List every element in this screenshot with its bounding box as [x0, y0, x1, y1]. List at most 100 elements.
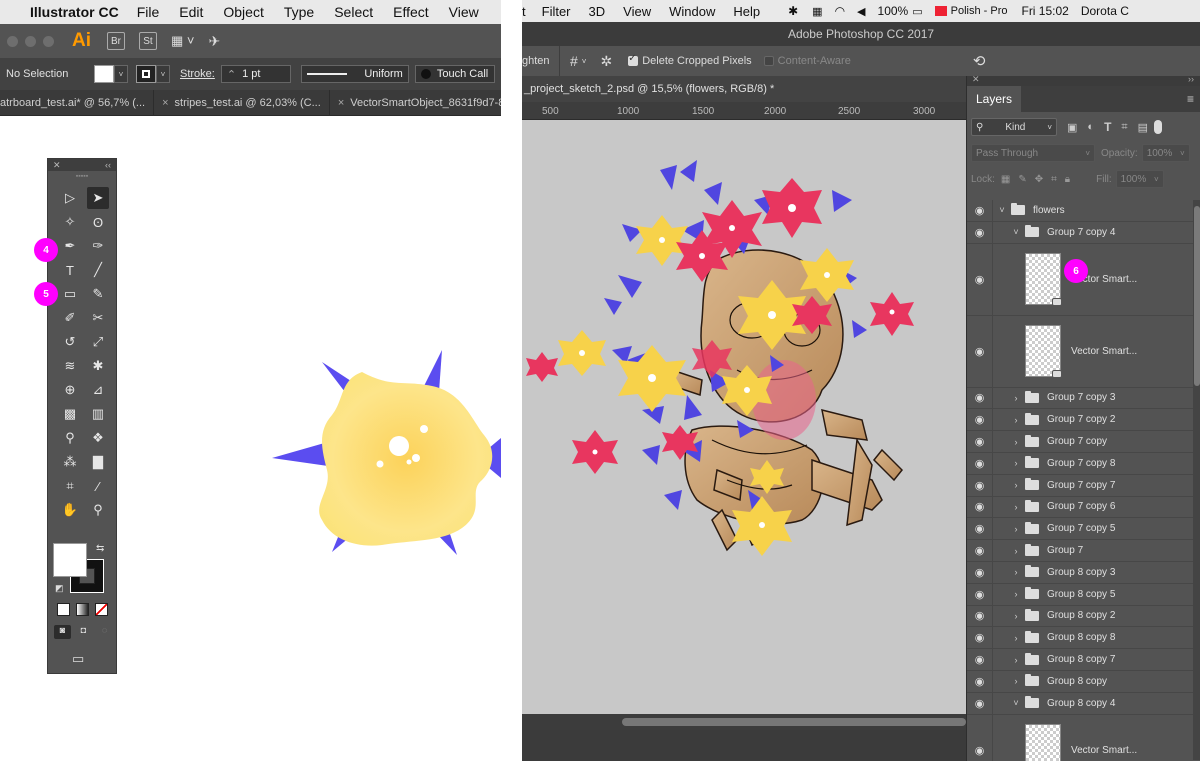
visibility-eye-icon[interactable]: ◉ — [967, 200, 993, 221]
selection-tool-icon[interactable]: ▷ — [59, 187, 81, 209]
menu-edit-partial[interactable]: t — [522, 4, 526, 19]
menu-window[interactable]: Window — [669, 4, 715, 19]
slice-tool-icon[interactable]: ⁄ — [87, 475, 109, 497]
visibility-eye-icon[interactable]: ◉ — [967, 584, 993, 605]
filter-smart-object-icon[interactable]: ▤ — [1138, 121, 1148, 134]
doc-tab-stripes-test[interactable]: × stripes_test.ai @ 62,03% (C... — [154, 90, 330, 116]
flag-icon[interactable] — [935, 6, 947, 16]
menu-object[interactable]: Object — [223, 4, 263, 20]
reset-icon[interactable]: ⟲ — [973, 52, 986, 70]
fill-dropdown-icon[interactable]: ˅ — [114, 65, 128, 83]
toolbox-header[interactable]: ✕ ‹‹ — [48, 159, 116, 171]
filter-pixel-icon[interactable]: ▣ — [1067, 121, 1077, 134]
column-graph-tool-icon[interactable]: ▇ — [87, 451, 109, 473]
chevron-right-icon[interactable]: › — [1011, 524, 1021, 534]
screen-mode-icon[interactable]: ▭ — [72, 651, 84, 667]
menu-edit[interactable]: Edit — [179, 4, 203, 20]
visibility-eye-icon[interactable]: ◉ — [967, 606, 993, 627]
magic-wand-tool-icon[interactable]: ✧ — [59, 211, 81, 233]
swap-fill-stroke-icon[interactable]: ⇆ — [96, 543, 104, 554]
stroke-dropdown-icon[interactable]: ˅ — [156, 65, 170, 83]
lock-position-icon[interactable]: ✥ — [1035, 174, 1043, 185]
draw-inside-icon[interactable]: ◌ — [96, 625, 113, 639]
layer-row-group[interactable]: ◉›Group 7 copy 6 — [967, 497, 1193, 519]
menu-view[interactable]: View — [623, 4, 651, 19]
horizontal-scrollbar[interactable] — [522, 714, 966, 730]
delete-cropped-checkbox[interactable]: Delete Cropped Pixels — [628, 55, 751, 67]
line-tool-icon[interactable]: ╱ — [87, 259, 109, 281]
visibility-eye-icon[interactable]: ◉ — [967, 518, 993, 539]
menu-file[interactable]: File — [137, 4, 160, 20]
rectangle-tool-icon[interactable]: ▭ — [59, 283, 81, 305]
pen-tool-icon[interactable]: ✒ — [59, 235, 81, 257]
doc-tab-artboard-test[interactable]: atrboard_test.ai* @ 56,7% (... — [0, 90, 154, 116]
content-aware-checkbox[interactable]: Content-Aware — [764, 55, 851, 67]
checkbox-unchecked-icon[interactable] — [764, 56, 774, 66]
mesh-tool-icon[interactable]: ▩ — [59, 403, 81, 425]
rotate-tool-icon[interactable]: ↺ — [59, 331, 81, 353]
ps-canvas[interactable] — [522, 120, 966, 714]
stroke-weight-field[interactable]: ⌃ 1 pt — [221, 65, 291, 83]
toolbox-grip[interactable]: ▪▪▪▪▪ — [48, 171, 116, 181]
scissors-tool-icon[interactable]: ✂ — [87, 307, 109, 329]
window-zoom-button[interactable] — [43, 36, 54, 47]
visibility-eye-icon[interactable]: ◉ — [967, 671, 993, 692]
opacity-field[interactable]: 100% ˅ — [1142, 144, 1190, 162]
wifi-icon[interactable]: ◠ — [835, 4, 845, 18]
eyedropper-tool-icon[interactable]: ⚲ — [59, 427, 81, 449]
workspace-layout-icon[interactable]: ▦ ˅ — [171, 33, 195, 49]
battery-icon[interactable]: ▭ — [912, 5, 922, 18]
layer-row-group[interactable]: ◉›Group 7 copy — [967, 431, 1193, 453]
chevron-right-icon[interactable]: › — [1011, 458, 1021, 468]
lasso-tool-icon[interactable]: ʘ — [87, 211, 109, 233]
ai-toolbox[interactable]: ✕ ‹‹ ▪▪▪▪▪ ▷ ➤ ✧ ʘ ✒ ✑ T ╱ ▭ ✎ ✐ ✂ ↺ ⤢ ≋… — [47, 158, 117, 674]
volume-icon[interactable]: ◀ — [857, 5, 865, 18]
layer-row-group[interactable]: ◉›Group 7 copy 5 — [967, 518, 1193, 540]
chevron-right-icon[interactable]: › — [1011, 437, 1021, 447]
gpu-performance-icon[interactable]: ✈ — [209, 33, 221, 50]
stepper-icon[interactable]: ⌃ — [227, 68, 236, 81]
input-source[interactable]: Polish - Pro — [951, 5, 1008, 17]
visibility-eye-icon[interactable]: ◉ — [967, 627, 993, 648]
stroke-swatch[interactable] — [136, 65, 156, 83]
visibility-eye-icon[interactable]: ◉ — [967, 649, 993, 670]
visibility-eye-icon[interactable]: ◉ — [967, 388, 993, 409]
checkbox-checked-icon[interactable] — [628, 56, 638, 66]
chevron-right-icon[interactable]: › — [1011, 393, 1021, 403]
scale-tool-icon[interactable]: ⤢ — [87, 331, 109, 353]
chevron-down-icon[interactable]: ˅ — [1011, 227, 1021, 237]
chevron-right-icon[interactable]: › — [1011, 546, 1021, 556]
layer-row-group[interactable]: ◉›Group 7 copy 8 — [967, 453, 1193, 475]
shape-builder-tool-icon[interactable]: ⊕ — [59, 379, 81, 401]
gear-icon[interactable]: ✲ — [600, 53, 612, 70]
panel-menu-icon[interactable]: ≡ — [1187, 92, 1194, 106]
layer-row-group[interactable]: ◉›Group 7 copy 2 — [967, 409, 1193, 431]
battery-percent[interactable]: 100% — [878, 4, 909, 18]
menu-select[interactable]: Select — [334, 4, 373, 20]
chevron-right-icon[interactable]: › — [1011, 611, 1021, 621]
layer-row-group[interactable]: ◉›Group 8 copy 2 — [967, 606, 1193, 628]
chevron-right-icon[interactable]: › — [1011, 502, 1021, 512]
layers-scrollbar-thumb[interactable] — [1194, 206, 1200, 386]
shaper-tool-icon[interactable]: ✐ — [59, 307, 81, 329]
filter-type-icon[interactable]: T — [1104, 120, 1111, 134]
menubar-user[interactable]: Dorota C — [1081, 4, 1129, 18]
draw-behind-icon[interactable]: ◘ — [75, 625, 92, 639]
layer-row-group[interactable]: ◉˅Group 7 copy 4 — [967, 222, 1193, 244]
chevron-right-icon[interactable]: › — [1011, 415, 1021, 425]
visibility-eye-icon[interactable]: ◉ — [967, 431, 993, 452]
filter-shape-icon[interactable]: ⌗ — [1121, 121, 1127, 134]
stroke-label[interactable]: Stroke: — [180, 68, 215, 80]
visibility-eye-icon[interactable]: ◉ — [967, 453, 993, 474]
visibility-eye-icon[interactable]: ◉ — [967, 316, 993, 387]
close-icon[interactable]: ✕ — [972, 74, 980, 85]
width-tool-icon[interactable]: ≋ — [59, 355, 81, 377]
lock-all-icon[interactable]: 🔒︎ — [1065, 174, 1070, 185]
artboard-tool-icon[interactable]: ⌗ — [59, 475, 81, 497]
menu-3d[interactable]: 3D — [589, 4, 606, 19]
layer-row-group[interactable]: ◉›Group 7 — [967, 540, 1193, 562]
layer-row-smart-object[interactable]: ◉Vector Smart... — [967, 715, 1193, 761]
visibility-eye-icon[interactable]: ◉ — [967, 497, 993, 518]
fill-swatch[interactable] — [94, 65, 114, 83]
hand-tool-icon[interactable]: ✋ — [59, 499, 81, 521]
